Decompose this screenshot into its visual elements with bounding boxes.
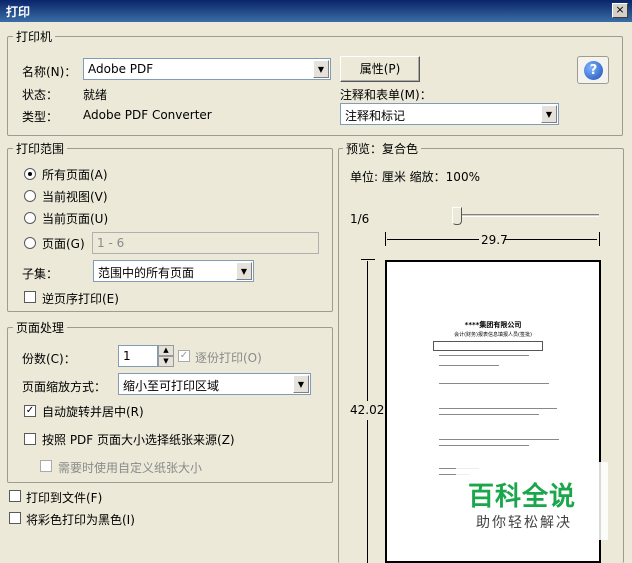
preview-width: 29.7 [481, 233, 508, 247]
pages-input[interactable]: 1 - 6 [92, 232, 319, 254]
range-all-label[interactable]: 所有页面(A) [42, 166, 108, 183]
preview-height: 42.02 [350, 403, 385, 417]
printer-legend: 打印机 [13, 28, 56, 45]
height-ruler-line-top [367, 261, 368, 401]
choose-source-label[interactable]: 按照 PDF 页面大小选择纸张来源(Z) [42, 431, 235, 448]
page-slider-thumb[interactable] [452, 207, 462, 225]
print-range-legend: 打印范围 [13, 140, 68, 157]
height-ruler-line-bottom [367, 420, 368, 563]
width-ruler-line-right [505, 239, 597, 240]
title-bar: 打印 × [0, 0, 632, 22]
custom-paper-label[interactable]: 需要时使用自定义纸张大小 [58, 459, 202, 476]
width-ruler-left-tick [385, 232, 386, 246]
copies-input[interactable]: 1 [118, 345, 158, 367]
comments-select[interactable]: 注释和标记 ▼ [340, 103, 559, 125]
height-ruler-top-tick [361, 259, 375, 260]
scaling-value: 缩小至可打印区域 [123, 379, 220, 393]
printer-status-label: 状态： [22, 88, 59, 102]
auto-rotate-checkbox[interactable]: ✓ [24, 405, 36, 417]
auto-rotate-label[interactable]: 自动旋转并居中(R) [42, 403, 144, 420]
doc-line [439, 355, 529, 356]
help-button[interactable]: ? [577, 56, 609, 84]
copies-down-icon[interactable]: ▼ [158, 356, 174, 367]
page-handling-legend: 页面处理 [13, 319, 68, 336]
doc-line [439, 408, 557, 409]
preview-units: 单位: 厘米 缩放：100% [350, 170, 480, 184]
chevron-down-icon[interactable]: ▼ [236, 262, 252, 280]
print-black-checkbox[interactable] [9, 512, 21, 524]
window-title: 打印 [6, 5, 31, 19]
range-current-view-label[interactable]: 当前视图(V) [42, 188, 108, 205]
watermark-sub: 助你轻松解决 [476, 515, 572, 531]
preview-legend: 预览：复合色 [343, 140, 422, 157]
subset-select[interactable]: 范围中的所有页面 ▼ [93, 260, 254, 282]
copies-label: 份数(C)： [22, 352, 76, 366]
print-black-label[interactable]: 将彩色打印为黑色(I) [26, 511, 135, 528]
doc-line [439, 439, 559, 440]
width-ruler-line-left [387, 239, 479, 240]
close-button[interactable]: × [612, 3, 628, 18]
doc-title: ****集团有限公司 [464, 321, 522, 329]
printer-name-value: Adobe PDF [88, 62, 154, 76]
preview-page-count: 1/6 [350, 212, 370, 226]
choose-source-checkbox[interactable] [24, 433, 36, 445]
doc-line [439, 414, 539, 415]
subset-label: 子集： [22, 267, 59, 281]
subset-value: 范围中的所有页面 [98, 266, 195, 280]
reverse-label[interactable]: 逆页序打印(E) [42, 290, 119, 307]
doc-line [439, 445, 529, 446]
collate-label[interactable]: 逐份打印(O) [195, 349, 262, 366]
range-current-page-radio[interactable] [24, 212, 36, 224]
range-pages-radio[interactable] [24, 237, 36, 249]
copies-value: 1 [123, 349, 131, 363]
chevron-down-icon[interactable]: ▼ [293, 375, 309, 393]
chevron-down-icon[interactable]: ▼ [313, 60, 329, 78]
comments-label: 注释和表单(M)： [340, 88, 432, 102]
doc-subtitle: 会计(财务)报表信息填报人员(签批) [454, 332, 532, 338]
copies-up-icon[interactable]: ▲ [158, 345, 174, 356]
page-slider-track[interactable] [455, 214, 599, 217]
scaling-label: 页面缩放方式： [22, 380, 107, 394]
printer-name-label: 名称(N)： [22, 65, 77, 79]
properties-button[interactable]: 属性(P) [340, 56, 420, 82]
reverse-checkbox[interactable] [24, 291, 36, 303]
printer-status-value: 就绪 [83, 88, 108, 102]
watermark-main: 百科全说 [468, 482, 577, 512]
print-to-file-checkbox[interactable] [9, 490, 21, 502]
custom-paper-checkbox[interactable] [40, 460, 52, 472]
comments-value: 注释和标记 [345, 109, 406, 123]
doc-line [439, 383, 549, 384]
doc-line [439, 365, 499, 366]
range-all-radio[interactable] [24, 168, 36, 180]
range-current-page-label[interactable]: 当前页面(U) [42, 210, 108, 227]
printer-type-label: 类型： [22, 110, 59, 124]
collate-checkbox[interactable]: ✓ [178, 350, 190, 362]
width-ruler-right-tick [599, 232, 600, 246]
range-current-view-radio[interactable] [24, 190, 36, 202]
help-icon: ? [584, 61, 603, 80]
print-to-file-label[interactable]: 打印到文件(F) [26, 489, 102, 506]
printer-type-value: Adobe PDF Converter [83, 108, 212, 122]
pages-input-value: 1 - 6 [97, 236, 125, 250]
printer-name-select[interactable]: Adobe PDF ▼ [83, 58, 331, 80]
chevron-down-icon[interactable]: ▼ [541, 105, 557, 123]
doc-table [433, 341, 543, 351]
scaling-select[interactable]: 缩小至可打印区域 ▼ [118, 373, 311, 395]
range-pages-label[interactable]: 页面(G) [42, 235, 85, 252]
